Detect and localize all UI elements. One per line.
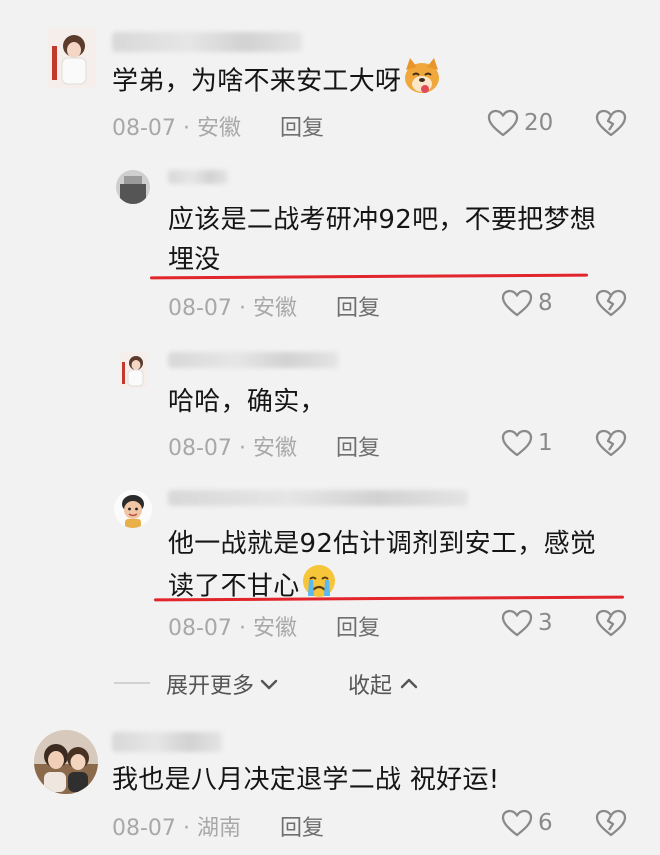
comment-text-line2: 读了不甘心: [168, 562, 338, 612]
crying-face-emoji-icon: [300, 562, 338, 612]
username-redacted: [168, 170, 228, 184]
username-redacted: [112, 32, 302, 52]
like-count: 8: [538, 290, 553, 316]
broken-heart-icon: [595, 809, 627, 837]
heart-icon: [501, 809, 533, 837]
broken-heart-icon: [595, 109, 627, 137]
avatar[interactable]: [48, 28, 96, 88]
like-button[interactable]: 20: [486, 108, 553, 138]
heart-icon: [501, 609, 533, 637]
like-button[interactable]: 3: [500, 608, 553, 638]
comment-text: 我也是八月决定退学二战 祝好运!: [112, 765, 500, 795]
chevron-down-icon: [260, 679, 278, 690]
thread-divider: [114, 682, 150, 684]
heart-icon: [487, 109, 519, 137]
avatar[interactable]: [34, 730, 98, 794]
username-redacted: [168, 352, 338, 368]
comment-meta: 08-07 · 安徽: [168, 616, 297, 641]
comment-meta: 08-07 · 安徽: [168, 436, 297, 461]
dog-face-emoji-icon: [401, 56, 443, 108]
like-button[interactable]: 8: [500, 288, 553, 318]
comment-meta: 08-07 · 湖南: [112, 816, 241, 841]
comment-text: 哈哈，确实，: [168, 387, 326, 417]
chevron-up-icon: [400, 678, 418, 689]
reply-button[interactable]: 回复: [280, 810, 324, 842]
dislike-button[interactable]: [594, 428, 628, 462]
like-count: 1: [538, 430, 553, 456]
reply-button[interactable]: 回复: [336, 290, 380, 322]
like-button[interactable]: 6: [500, 808, 553, 838]
like-count: 20: [524, 110, 554, 136]
broken-heart-icon: [595, 429, 627, 457]
like-button[interactable]: 1: [500, 428, 553, 458]
comment-text: 应该是二战考研冲92吧，不要把梦想: [168, 205, 597, 235]
like-count: 6: [538, 810, 553, 836]
reply-button[interactable]: 回复: [280, 110, 324, 142]
comment-text: 他一战就是92估计调剂到安工，感觉: [168, 529, 597, 559]
comment-text-line2: 埋没: [168, 245, 221, 275]
avatar[interactable]: [116, 170, 150, 204]
broken-heart-icon: [595, 289, 627, 317]
comment-text: 学弟，为啥不来安工大呀: [112, 56, 443, 108]
dislike-button[interactable]: [594, 608, 628, 642]
heart-icon: [501, 429, 533, 457]
dislike-button[interactable]: [594, 108, 628, 142]
collapse-button[interactable]: 收起: [348, 668, 420, 700]
broken-heart-icon: [595, 609, 627, 637]
username-redacted: [112, 732, 222, 752]
username-redacted: [168, 490, 468, 506]
reply-button[interactable]: 回复: [336, 610, 380, 642]
avatar[interactable]: [120, 352, 148, 388]
dislike-button[interactable]: [594, 288, 628, 322]
comment-meta: 08-07 · 安徽: [112, 116, 241, 141]
heart-icon: [501, 289, 533, 317]
avatar[interactable]: [114, 490, 152, 528]
expand-more-button[interactable]: 展开更多: [166, 668, 280, 700]
comment-meta: 08-07 · 安徽: [168, 296, 297, 321]
like-count: 3: [538, 610, 553, 636]
reply-button[interactable]: 回复: [336, 430, 380, 462]
dislike-button[interactable]: [594, 808, 628, 842]
